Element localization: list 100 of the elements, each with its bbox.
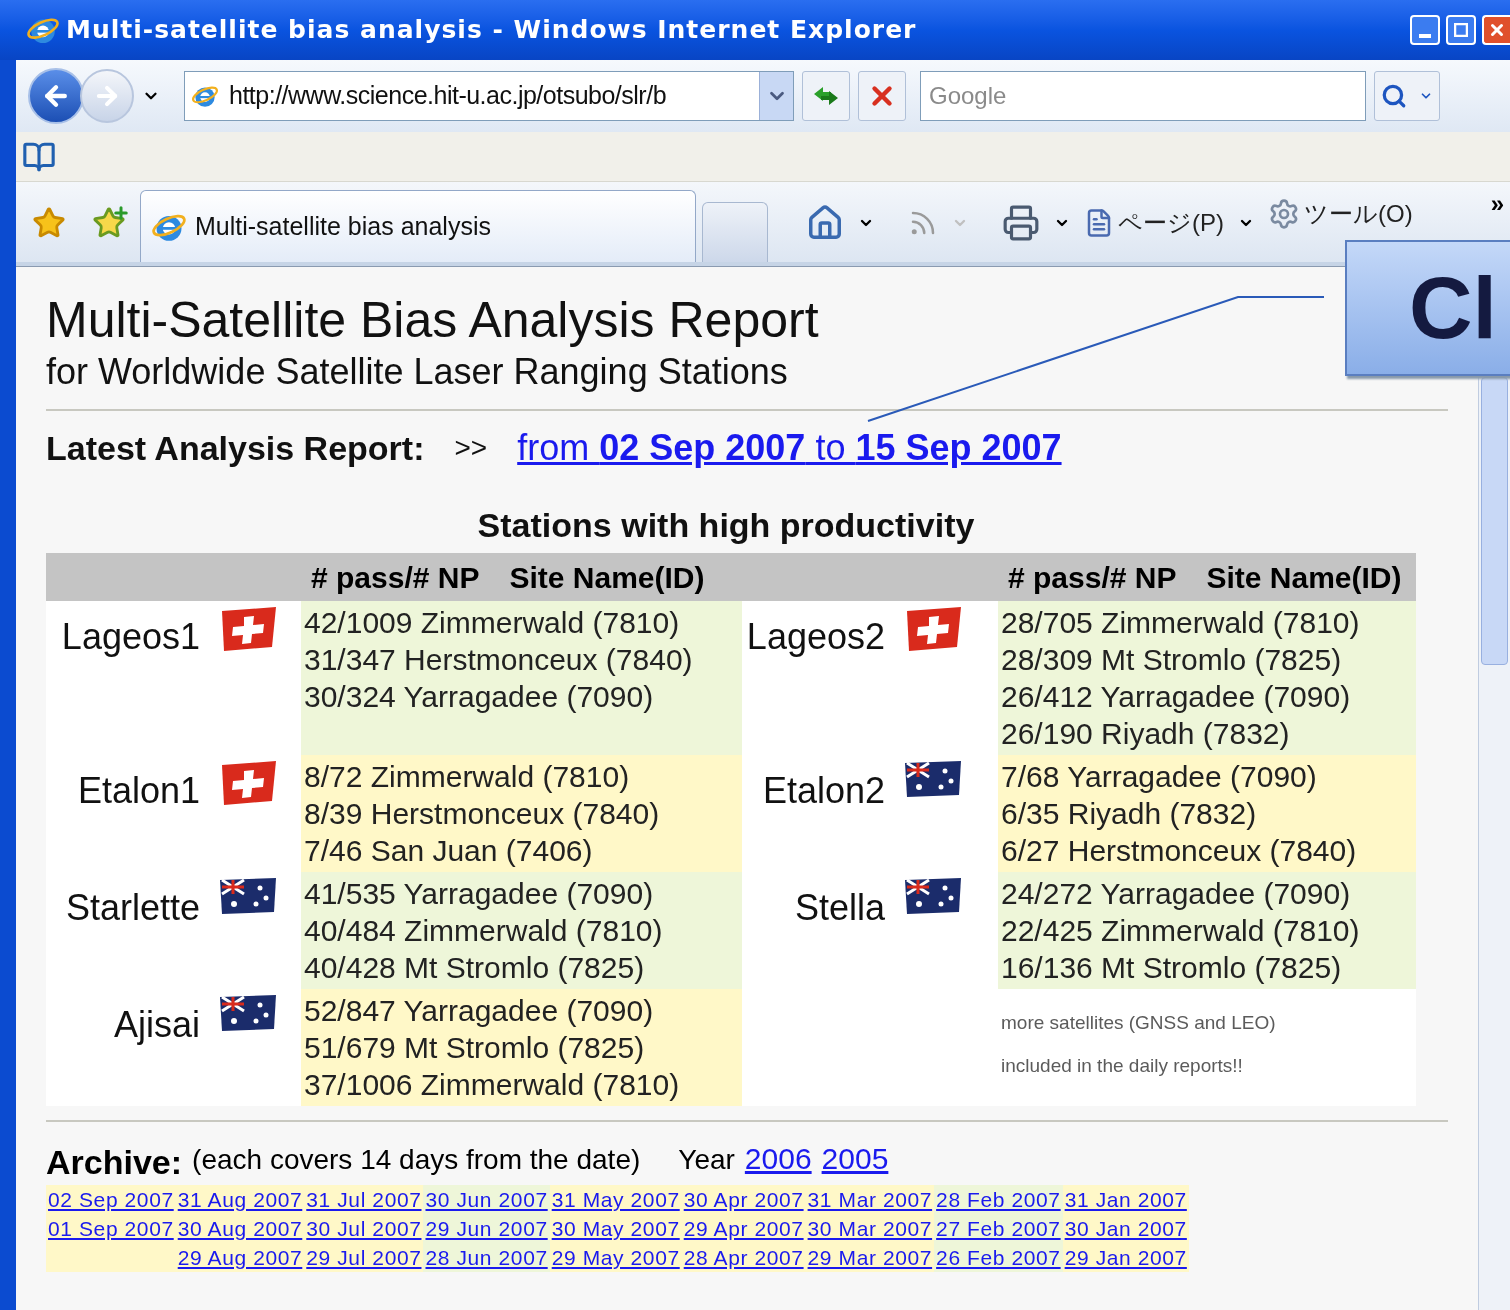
- archive-date-link[interactable]: 29 May 2007: [551, 1243, 680, 1272]
- station-entry: 37/1006 Zimmerwald (7810): [304, 1067, 681, 1103]
- station-entry: 8/39 Herstmonceux (7840): [304, 796, 661, 832]
- archive-date-link[interactable]: 31 Aug 2007: [177, 1185, 303, 1214]
- archive-date-link[interactable]: 02 Sep 2007: [48, 1185, 174, 1214]
- station-entry: 6/35 Riyadh (7832): [1001, 796, 1258, 832]
- archive-date-link[interactable]: 30 Jul 2007: [306, 1214, 422, 1243]
- station-entry: 52/847 Yarragadee (7090): [304, 993, 655, 1029]
- refresh-button[interactable]: [802, 71, 850, 121]
- address-field[interactable]: http://www.science.hit-u.ac.jp/otsubo/slr/b: [184, 71, 794, 121]
- archive-date-link[interactable]: 31 Mar 2007: [807, 1185, 933, 1214]
- satellite-name: Ajisai: [113, 1003, 200, 1047]
- tools-menu[interactable]: ツール(O): [1268, 196, 1413, 232]
- browser-tab[interactable]: Multi-satellite bias analysis: [140, 190, 696, 262]
- minimize-button[interactable]: [1410, 15, 1440, 45]
- archive-date-link[interactable]: 26 Feb 2007: [936, 1243, 1061, 1272]
- satellite-name: Stella: [794, 886, 885, 930]
- scrollbar[interactable]: [1478, 377, 1510, 1310]
- favorites-star-icon[interactable]: [32, 206, 66, 240]
- satellite-name: Etalon2: [762, 769, 885, 813]
- satellite-name: Lageos1: [61, 615, 200, 659]
- stop-button[interactable]: [858, 71, 906, 121]
- satellite-name: Starlette: [65, 886, 200, 930]
- station-entry: 7/46 San Juan (7406): [304, 833, 594, 869]
- archive-date-link[interactable]: 30 Mar 2007: [807, 1214, 933, 1243]
- station-entry: 28/309 Mt Stromlo (7825): [1001, 642, 1343, 678]
- archive-date-link[interactable]: 29 Jun 2007: [425, 1214, 548, 1243]
- station-entry: 8/72 Zimmerwald (7810): [304, 759, 631, 795]
- station-entry: 40/484 Zimmerwald (7810): [304, 913, 664, 949]
- gear-icon: [1268, 198, 1300, 230]
- station-entry: 41/535 Yarragadee (7090): [304, 876, 655, 912]
- station-entry: 26/412 Yarragadee (7090): [1001, 679, 1352, 715]
- archive-date-link[interactable]: 31 Jul 2007: [306, 1185, 422, 1214]
- archive-date-link[interactable]: 30 Jan 2007: [1064, 1214, 1187, 1243]
- year-label: Year: [678, 1143, 735, 1177]
- maximize-icon: [1454, 23, 1468, 37]
- column-header: Site Name(ID): [1206, 559, 1402, 596]
- page-subtitle: for Worldwide Satellite Laser Ranging Stations: [46, 351, 789, 393]
- note-text: included in the daily reports!!: [1001, 1053, 1244, 1078]
- search-button[interactable]: [1374, 71, 1440, 121]
- station-entry: 7/68 Yarragadee (7090): [1001, 759, 1318, 795]
- flag-icon: [905, 761, 961, 797]
- station-entry: 16/136 Mt Stromlo (7825): [1001, 950, 1343, 986]
- print-icon[interactable]: [1002, 204, 1040, 242]
- archive-date-link[interactable]: 30 Aug 2007: [177, 1214, 303, 1243]
- satellite-name: Etalon1: [77, 769, 200, 813]
- archive-date-link[interactable]: 28 Jun 2007: [425, 1243, 548, 1272]
- add-favorite-icon[interactable]: [92, 206, 126, 240]
- url-text: http://www.science.hit-u.ac.jp/otsubo/slr/b: [229, 80, 668, 112]
- back-button[interactable]: [28, 68, 84, 124]
- archive-date-link[interactable]: 01 Sep 2007: [48, 1214, 174, 1243]
- station-entry: 24/272 Yarragadee (7090): [1001, 876, 1352, 912]
- toolbar-overflow-button[interactable]: »: [1490, 186, 1504, 222]
- window-title: Multi-satellite bias analysis - Windows Internet Explorer: [66, 14, 917, 47]
- maximize-button[interactable]: [1446, 15, 1476, 45]
- archive-date-link[interactable]: 29 Apr 2007: [683, 1214, 804, 1243]
- archive-date-link[interactable]: 31 May 2007: [551, 1185, 680, 1214]
- minimize-icon: [1419, 34, 1431, 38]
- archive-date-link[interactable]: 28 Apr 2007: [683, 1243, 804, 1272]
- station-entry: 28/705 Zimmerwald (7810): [1001, 605, 1361, 641]
- archive-date-link[interactable]: 30 May 2007: [551, 1214, 680, 1243]
- flag-icon: [220, 878, 276, 914]
- station-entry: 42/1009 Zimmerwald (7810): [304, 605, 681, 641]
- station-entry: 51/679 Mt Stromlo (7825): [304, 1030, 646, 1066]
- home-icon[interactable]: [806, 204, 844, 242]
- station-entry: 6/27 Herstmonceux (7840): [1001, 833, 1358, 869]
- year-link[interactable]: 2006: [744, 1136, 812, 1181]
- archive-date-link[interactable]: 29 Jul 2007: [306, 1243, 422, 1272]
- flag-icon: [905, 607, 963, 651]
- station-entry: 26/190 Riyadh (7832): [1001, 716, 1291, 752]
- callout-text: Cl: [1409, 264, 1497, 352]
- archive-note: (each covers 14 days from the date): [192, 1143, 641, 1177]
- year-link[interactable]: 2005: [821, 1136, 889, 1181]
- close-button[interactable]: [1482, 15, 1510, 45]
- column-header: # pass/# NP: [311, 559, 480, 596]
- archive-date-link[interactable]: 28 Feb 2007: [936, 1185, 1061, 1214]
- flag-icon: [220, 995, 276, 1031]
- search-icon: [1381, 83, 1407, 109]
- latest-report-label: Latest Analysis Report:: [46, 427, 425, 469]
- archive-date-link[interactable]: 29 Jan 2007: [1064, 1243, 1187, 1272]
- station-entry: 30/324 Yarragadee (7090): [304, 679, 655, 715]
- archive-date-link[interactable]: 31 Jan 2007: [1064, 1185, 1187, 1214]
- archive-date-link[interactable]: 27 Feb 2007: [936, 1214, 1061, 1243]
- scrollbar-thumb[interactable]: [1481, 377, 1508, 665]
- address-dropdown-button[interactable]: [759, 72, 793, 120]
- column-header: # pass/# NP: [1008, 559, 1177, 596]
- archive-date-link[interactable]: 29 Mar 2007: [807, 1243, 933, 1272]
- station-entry: 31/347 Herstmonceux (7840): [304, 642, 694, 678]
- archive-date-link[interactable]: 30 Apr 2007: [683, 1185, 804, 1214]
- search-field[interactable]: Google: [920, 71, 1366, 121]
- table-title: Stations with high productivity: [476, 505, 976, 545]
- page-menu[interactable]: ページ(P): [1084, 205, 1224, 241]
- station-entry: 40/428 Mt Stromlo (7825): [304, 950, 646, 986]
- archive-date-link[interactable]: 29 Aug 2007: [177, 1243, 303, 1272]
- archive-date-link[interactable]: 30 Jun 2007: [425, 1185, 548, 1214]
- close-icon: [1488, 21, 1506, 39]
- latest-report-link[interactable]: from 02 Sep 2007 to 15 Sep 2007: [517, 421, 1062, 475]
- flag-icon: [905, 878, 961, 914]
- flag-icon: [220, 761, 278, 805]
- archive-label: Archive:: [46, 1143, 183, 1181]
